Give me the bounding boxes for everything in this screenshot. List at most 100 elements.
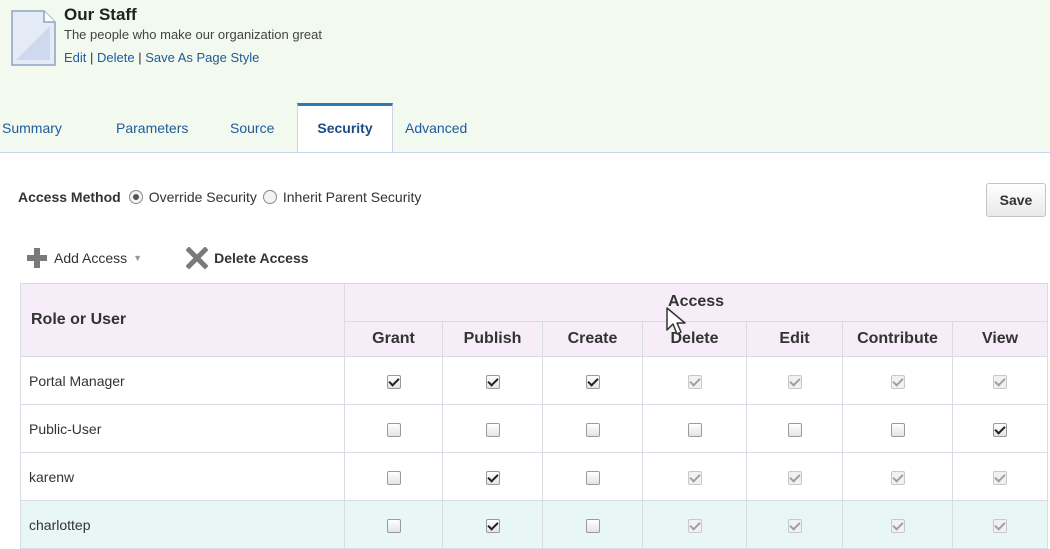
inherit-parent-security-label[interactable]: Inherit Parent Security [283,189,422,205]
access-cell [746,452,843,501]
grant-checkbox[interactable] [386,518,401,533]
column-header-grant[interactable]: Grant [344,320,443,357]
add-access-button[interactable]: Add Access ▼ [26,247,142,269]
access-cell [842,452,953,501]
override-security-radio[interactable] [128,190,143,204]
role-or-user-name: Portal Manager [20,356,345,405]
view-checkbox [993,374,1008,389]
access-cell [442,452,543,501]
tab-parameters[interactable]: Parameters [116,104,188,152]
table-row[interactable]: Public-User [20,404,1049,453]
access-cell [442,404,543,453]
edit-checkbox [787,518,802,533]
access-cell [542,356,643,405]
access-cell [951,356,1049,405]
edit-checkbox [787,374,802,389]
create-checkbox[interactable] [585,470,600,485]
access-cell [842,356,953,405]
access-cell [344,452,443,501]
access-cell [442,356,543,405]
column-header-create[interactable]: Create [542,320,643,357]
inherit-parent-security-radio[interactable] [262,190,277,204]
column-header-contribute[interactable]: Contribute [842,320,953,357]
access-table: Role or User Access Grant Publish Create… [20,283,1049,549]
edit-link[interactable]: Edit [64,50,86,65]
access-header: Access [343,283,1049,322]
access-cell [542,452,643,501]
column-header-delete[interactable]: Delete [642,320,747,357]
table-row[interactable]: karenw [20,452,1049,501]
chevron-down-icon[interactable]: ▼ [133,253,142,263]
access-toolbar: Add Access ▼ Delete Access [26,247,309,269]
column-header-edit[interactable]: Edit [746,320,843,357]
delete-access-label: Delete Access [214,250,309,266]
view-checkbox [993,518,1008,533]
action-separator: | [86,50,98,65]
access-cell [344,356,443,405]
table-row[interactable]: charlottep [20,500,1049,549]
action-separator: | [134,50,146,65]
role-or-user-name: karenw [20,452,345,501]
contribute-checkbox [890,374,905,389]
page-icon [11,10,56,66]
delete-checkbox [687,374,702,389]
grant-checkbox[interactable] [386,470,401,485]
page-header: Our Staff The people who make our organi… [0,0,1050,104]
delete-link[interactable]: Delete [97,50,135,65]
access-cell [642,500,747,549]
contribute-checkbox [890,470,905,485]
access-cell [442,500,543,549]
publish-checkbox[interactable] [485,470,500,485]
access-cell [642,356,747,405]
publish-checkbox[interactable] [485,518,500,533]
grant-checkbox[interactable] [386,422,401,437]
delete-checkbox [687,518,702,533]
access-cell [642,452,747,501]
publish-checkbox[interactable] [485,374,500,389]
access-cell [542,404,643,453]
delete-access-button[interactable]: Delete Access [142,247,309,269]
access-cell [746,356,843,405]
tab-summary[interactable]: Summary [2,104,62,152]
create-checkbox[interactable] [585,374,600,389]
table-row[interactable]: Portal Manager [20,356,1049,405]
x-icon [186,247,209,269]
access-cell [746,404,843,453]
column-header-view[interactable]: View [951,320,1049,357]
create-checkbox[interactable] [585,422,600,437]
tab-advanced[interactable]: Advanced [405,104,467,152]
add-access-label: Add Access [54,250,128,266]
delete-checkbox[interactable] [687,422,702,437]
grant-checkbox[interactable] [386,374,401,389]
publish-checkbox[interactable] [485,422,500,437]
edit-checkbox[interactable] [787,422,802,437]
access-cell [951,404,1049,453]
page-actions: Edit | Delete | Save As Page Style [64,50,259,65]
access-cell [642,404,747,453]
override-security-label[interactable]: Override Security [149,189,257,205]
delete-checkbox [687,470,702,485]
create-checkbox[interactable] [585,518,600,533]
save-as-page-style-link[interactable]: Save As Page Style [145,50,259,65]
view-checkbox[interactable] [993,422,1008,437]
access-cell [746,500,843,549]
save-button[interactable]: Save [986,183,1046,217]
tab-security[interactable]: Security [297,103,393,152]
column-header-publish[interactable]: Publish [442,320,543,357]
access-method-group: Access Method Override Security Inherit … [18,189,427,205]
page-subtitle: The people who make our organization gre… [64,27,322,42]
access-cell [951,500,1049,549]
role-or-user-header[interactable]: Role or User [20,283,345,357]
contribute-checkbox[interactable] [890,422,905,437]
tab-bar: Summary Parameters Source Security Advan… [0,103,1050,153]
access-method-label: Access Method [18,189,121,205]
access-cell [542,500,643,549]
tab-source[interactable]: Source [230,104,274,152]
access-cell [842,404,953,453]
access-cell [344,500,443,549]
page-title: Our Staff [64,5,137,24]
edit-checkbox [787,470,802,485]
access-cell [842,500,953,549]
plus-icon [26,247,48,269]
access-cell [344,404,443,453]
